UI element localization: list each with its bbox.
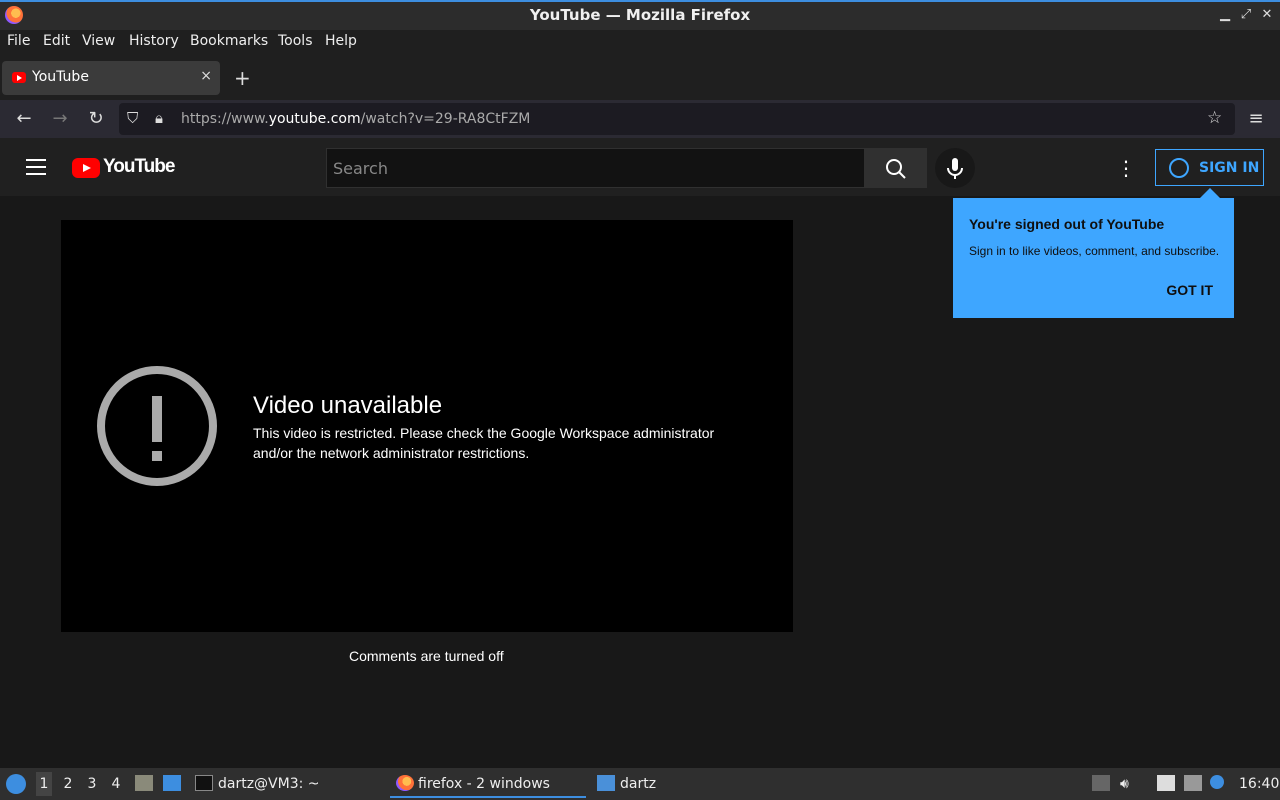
forward-icon[interactable]: → xyxy=(48,108,72,129)
popup-heading: You're signed out of YouTube xyxy=(969,216,1165,232)
sign-in-label: SIGN IN xyxy=(1199,160,1260,176)
window-titlebar: YouTube — Mozilla Firefox ▁ ⤢ ✕ xyxy=(0,0,1280,30)
file-manager-icon[interactable] xyxy=(135,775,153,791)
tab-bar: YouTube × + xyxy=(0,54,1280,100)
menu-history[interactable]: History xyxy=(129,33,179,49)
workspace-4[interactable]: 4 xyxy=(108,776,124,792)
menu-bookmarks[interactable]: Bookmarks xyxy=(190,33,268,49)
volume-icon[interactable]: 🔊︎ xyxy=(1120,776,1129,792)
menu-file[interactable]: File xyxy=(7,33,30,49)
workspace-3[interactable]: 3 xyxy=(84,776,100,792)
start-menu-icon[interactable] xyxy=(6,774,26,794)
task-firefox[interactable]: firefox - 2 windows xyxy=(390,768,586,798)
folder-icon xyxy=(597,775,615,791)
workspace-1[interactable]: 1 xyxy=(36,772,52,796)
youtube-page: YouTube ⋮ SIGN IN Video unavailable This… xyxy=(0,138,1280,768)
youtube-logo-text[interactable]: YouTube xyxy=(103,156,175,178)
youtube-logo-icon[interactable] xyxy=(72,158,100,178)
video-player[interactable]: Video unavailable This video is restrict… xyxy=(61,220,793,632)
settings-more-icon[interactable]: ⋮ xyxy=(1116,156,1136,180)
sign-in-button[interactable]: SIGN IN xyxy=(1155,149,1264,186)
search-button[interactable] xyxy=(865,148,927,188)
shield-icon[interactable]: ⛉ xyxy=(127,109,138,127)
menu-help[interactable]: Help xyxy=(325,33,357,49)
firefox-task-icon xyxy=(396,775,414,791)
reload-icon[interactable]: ↻ xyxy=(84,108,108,129)
task-firefox-label: firefox - 2 windows xyxy=(418,776,550,792)
clipboard-icon[interactable] xyxy=(1157,775,1175,791)
window-title: YouTube — Mozilla Firefox xyxy=(529,6,751,24)
error-alert-icon xyxy=(97,366,217,486)
error-message: This video is restricted. Please check t… xyxy=(253,425,715,461)
account-circle-icon xyxy=(1169,158,1189,178)
close-window-icon[interactable]: ✕ xyxy=(1258,7,1276,22)
lock-icon[interactable]: 🔒︎ xyxy=(155,109,163,127)
minimize-icon[interactable]: ▁ xyxy=(1216,7,1234,22)
taskbar: 1 2 3 4 dartz@VM3: ~ firefox - 2 windows… xyxy=(0,768,1280,800)
eject-icon[interactable] xyxy=(1092,775,1110,791)
app-menu-icon[interactable]: ≡ xyxy=(1244,108,1268,129)
navigation-bar: ← → ↻ ⛉ 🔒︎ https://www.youtube.com/watch… xyxy=(0,100,1280,138)
menu-tools[interactable]: Tools xyxy=(278,33,313,49)
desktop-icon[interactable] xyxy=(163,775,181,791)
tab-close-icon[interactable]: × xyxy=(200,68,212,84)
menu-view[interactable]: View xyxy=(82,33,115,49)
got-it-button[interactable]: GOT IT xyxy=(1166,282,1213,298)
search-icon xyxy=(886,159,906,179)
menu-bar: File Edit View History Bookmarks Tools H… xyxy=(0,30,1280,54)
clock[interactable]: 16:40 xyxy=(1239,776,1279,792)
notification-icon[interactable] xyxy=(1210,775,1224,789)
menu-edit[interactable]: Edit xyxy=(43,33,70,49)
maximize-icon[interactable]: ⤢ xyxy=(1237,7,1255,22)
back-icon[interactable]: ← xyxy=(12,108,36,129)
task-terminal[interactable]: dartz@VM3: ~ xyxy=(218,776,320,792)
workspace-2[interactable]: 2 xyxy=(60,776,76,792)
popup-body: Sign in to like videos, comment, and sub… xyxy=(969,244,1220,258)
search-box[interactable] xyxy=(326,148,865,188)
guide-menu-icon[interactable] xyxy=(26,159,46,175)
youtube-favicon-icon xyxy=(12,72,26,83)
search-input[interactable] xyxy=(327,149,864,187)
tab-label: YouTube xyxy=(32,69,89,85)
url-text[interactable]: https://www.youtube.com/watch?v=29-RA8Ct… xyxy=(181,111,530,127)
comments-status: Comments are turned off xyxy=(349,648,504,664)
error-title: Video unavailable xyxy=(253,392,443,419)
url-bar[interactable]: ⛉ 🔒︎ https://www.youtube.com/watch?v=29-… xyxy=(119,103,1235,135)
bookmark-star-icon[interactable]: ☆ xyxy=(1207,108,1222,128)
signed-out-popup: You're signed out of YouTube Sign in to … xyxy=(953,188,1234,318)
microphone-icon xyxy=(947,158,963,179)
new-tab-button[interactable]: + xyxy=(234,66,251,90)
voice-search-button[interactable] xyxy=(935,148,975,188)
terminal-icon xyxy=(195,775,213,791)
youtube-header: YouTube ⋮ SIGN IN xyxy=(0,138,1280,196)
network-icon[interactable] xyxy=(1184,775,1202,791)
tab-youtube[interactable]: YouTube × xyxy=(2,61,220,95)
task-folder[interactable]: dartz xyxy=(620,776,656,792)
